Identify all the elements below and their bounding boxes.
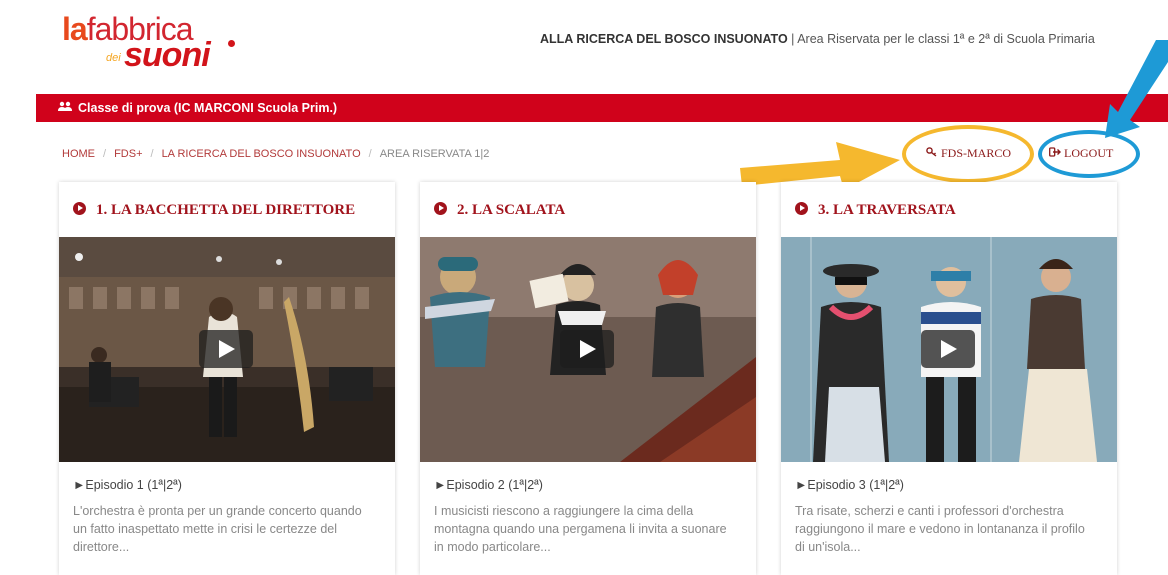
episode-card-3[interactable]: 3. LA TRAVERSATA ►Episodio 3 (1ª|2ª) Tra…	[781, 182, 1117, 575]
video-thumbnail-orchestra[interactable]	[59, 237, 395, 462]
episode-label: ►Episodio 1 (1ª|2ª)	[73, 478, 182, 492]
card-title-text: 3. LA TRAVERSATA	[818, 202, 956, 218]
card-title[interactable]: 3. LA TRAVERSATA	[795, 202, 956, 219]
episode-card-1[interactable]: 1. LA BACCHETTA DEL DIRETTORE ►Episodio …	[59, 182, 395, 575]
card-title[interactable]: 1. LA BACCHETTA DEL DIRETTORE	[73, 202, 355, 219]
video-thumbnail-climbing[interactable]	[420, 237, 756, 462]
episode-label: ►Episodio 3 (1ª|2ª)	[795, 478, 904, 492]
play-circle-icon	[795, 202, 808, 215]
play-icon[interactable]	[921, 330, 975, 368]
episode-label: ►Episodio 2 (1ª|2ª)	[434, 478, 543, 492]
card-title[interactable]: 2. LA SCALATA	[434, 202, 565, 219]
card-title-text: 2. LA SCALATA	[457, 202, 566, 218]
play-circle-icon	[73, 202, 86, 215]
episode-description: I musicisti riescono a raggiungere la ci…	[434, 504, 727, 554]
blue-arrow	[1105, 40, 1168, 138]
video-thumbnail-crossing[interactable]	[781, 237, 1117, 462]
episode-description: L'orchestra è pronta per un grande conce…	[73, 504, 362, 554]
card-title-text: 1. LA BACCHETTA DEL DIRETTORE	[96, 202, 356, 218]
play-icon[interactable]	[199, 330, 253, 368]
play-icon[interactable]	[560, 330, 614, 368]
episode-card-2[interactable]: 2. LA SCALATA ►Episodio 2 (1ª|2ª) I musi…	[420, 182, 756, 575]
episode-description: Tra risate, scherzi e canti i professori…	[795, 504, 1085, 554]
play-circle-icon	[434, 202, 447, 215]
